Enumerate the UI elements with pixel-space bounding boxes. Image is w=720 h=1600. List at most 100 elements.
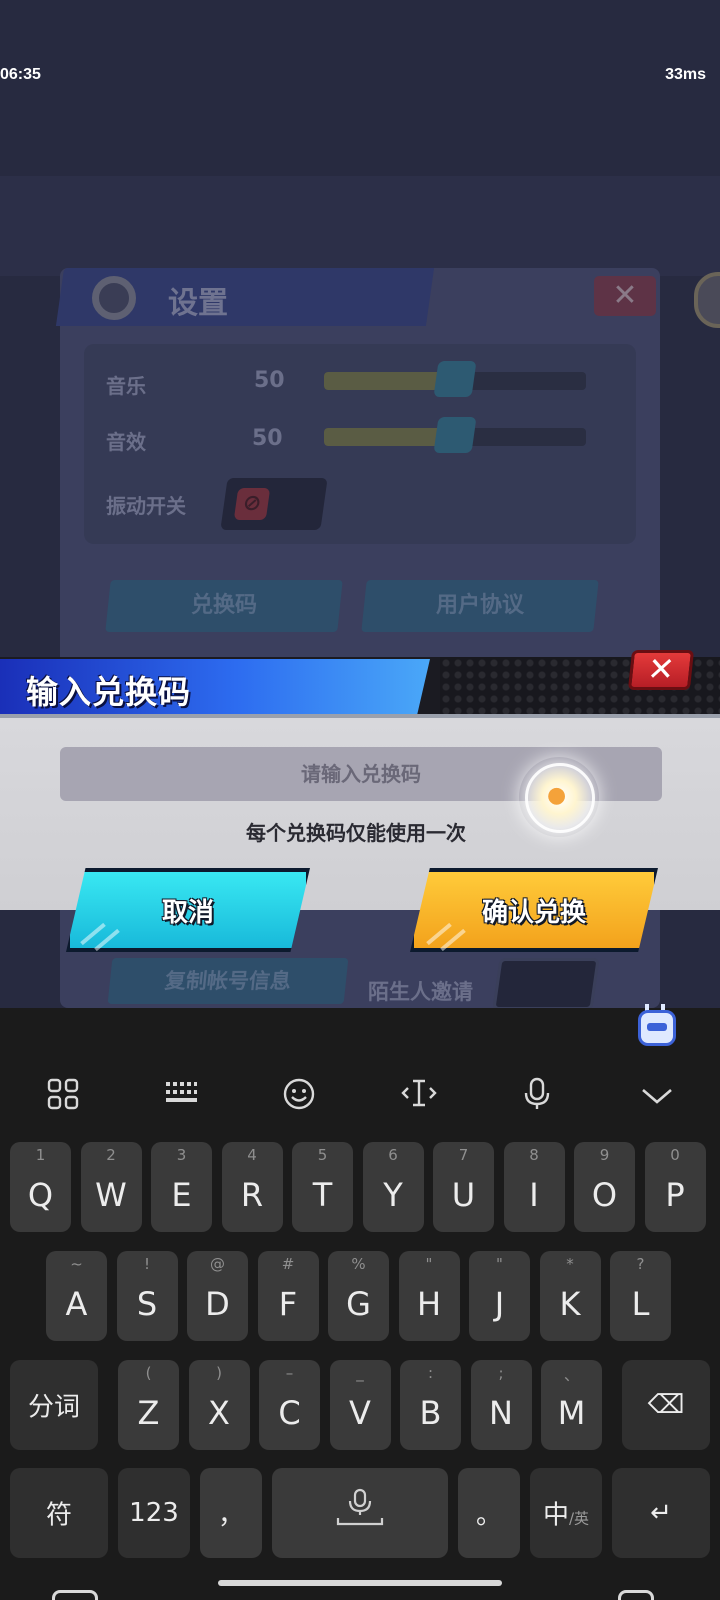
key-n[interactable]: ; N [470,1360,532,1450]
comma-key-label: ， [217,1500,244,1531]
key-z[interactable]: (Z [118,1360,179,1450]
redeem-code-button: 兑换码 [105,580,343,632]
key-label: O [591,1176,618,1214]
settings-audio-section: 音乐 50 音效 50 振动开关 ⊘ [84,344,636,544]
sound-value: 50 [252,426,283,451]
key-i[interactable]: 8I [503,1142,565,1232]
key-hint: ! [143,1255,150,1273]
key-label: V [349,1394,371,1432]
key-e[interactable]: 3E [151,1142,212,1232]
key-hint: : [427,1364,434,1382]
key-j[interactable]: " J [469,1251,530,1341]
game-screen: 06:35 33ms 设置 ✕ 音乐 50 音效 50 振动开关 ⊘ 兑换码 用… [0,0,720,1600]
language-key[interactable]: 中/英 [530,1468,602,1558]
key-a[interactable]: ~ A [46,1251,107,1341]
keyboard-icon[interactable] [158,1077,204,1117]
key-o[interactable]: 9O [574,1142,635,1232]
key-s[interactable]: ! S [116,1251,178,1341]
key-hint: 5 [317,1146,328,1164]
key-hint: 9 [599,1146,610,1164]
dialog-title: 输入兑换码 [26,673,192,711]
background-banner [0,176,720,276]
space-key[interactable] [272,1468,448,1558]
key-h[interactable]: " H [398,1251,460,1341]
key-hint: 3 [176,1146,187,1164]
user-agreement-button: 用户协议 [361,580,599,632]
key-l[interactable]: ? L [610,1251,671,1341]
key-hint: – [285,1364,294,1382]
chevron-down-icon[interactable] [634,1077,680,1117]
keyboard-icon-svg [166,1082,197,1102]
key-label: S [136,1285,158,1323]
key-hint: 7 [458,1146,469,1164]
key-d[interactable]: @ D [187,1251,248,1341]
microphone-icon-svg [524,1077,550,1109]
emoji-icon[interactable] [276,1077,322,1117]
key-u[interactable]: 7U [433,1142,494,1232]
cursor-icon-svg [401,1079,437,1107]
key-k[interactable]: * K [539,1251,601,1341]
key-hint: ? [636,1255,645,1273]
key-label: N [489,1394,513,1432]
chevron-down-icon-svg [642,1089,672,1104]
key-q[interactable]: 1Q [10,1142,71,1232]
key-label: X [208,1394,230,1432]
number-key[interactable]: 123 [118,1468,190,1558]
key-w[interactable]: 2W [80,1142,142,1232]
nav-recent-icon[interactable] [52,1590,98,1600]
cancel-button-label[interactable]: 取消 [66,892,310,929]
language-key-main: 中 [542,1500,569,1531]
space-microphone-icon [336,1488,384,1526]
comma-key[interactable]: ， [200,1468,262,1558]
key-v[interactable]: _ V [329,1360,391,1450]
key-c[interactable]: – C [259,1360,320,1450]
key-label: L [631,1285,650,1323]
key-hint: 2 [106,1146,116,1164]
cursor-icon[interactable] [396,1077,442,1117]
enter-key[interactable]: ↵ [612,1468,710,1558]
nav-back-icon[interactable] [618,1590,654,1600]
key-p[interactable]: 0P [644,1142,706,1232]
key-hint: @ [210,1255,225,1273]
key-label: U [451,1176,476,1214]
music-slider-knob [433,361,477,397]
key-m[interactable]: 、 M [541,1360,602,1450]
confirm-redeem-button-label[interactable]: 确认兑换 [410,892,658,929]
key-label: Y [383,1176,403,1214]
key-hint: 4 [247,1146,257,1164]
sound-label: 音效 [106,430,146,454]
backspace-key[interactable]: ⌫ [622,1360,710,1450]
key-label: E [171,1176,192,1214]
key-hint: 6 [388,1146,398,1164]
key-label: W [95,1176,127,1214]
key-label: P [665,1176,685,1214]
key-hint: * [566,1255,574,1273]
key-label: C [278,1394,301,1432]
key-g[interactable]: % G [328,1251,389,1341]
language-key-sub: /英 [568,1509,590,1528]
segment-key[interactable]: 分词 [10,1360,98,1450]
home-indicator[interactable] [218,1580,502,1586]
key-y[interactable]: 6Y [362,1142,424,1232]
key-hint: ~ [70,1255,83,1273]
microphone-icon[interactable] [514,1077,560,1117]
symbol-key[interactable]: 符 [10,1468,108,1558]
key-r[interactable]: 4R [221,1142,283,1232]
key-hint: 、 [563,1366,579,1384]
key-f[interactable]: # F [257,1251,319,1341]
segment-key-label: 分词 [27,1392,80,1423]
period-key-label: 。 [475,1500,502,1531]
key-t[interactable]: 5T [292,1142,353,1232]
status-latency: 33ms [665,66,706,83]
redeem-note: 每个兑换码仅能使用一次 [246,821,466,845]
key-hint: ) [216,1364,222,1382]
assistant-bot-icon[interactable] [638,1010,676,1046]
period-key[interactable]: 。 [458,1468,520,1558]
emoji-icon-svg [283,1078,315,1110]
key-x[interactable]: ) X [188,1360,250,1450]
apps-grid-icon[interactable] [40,1077,86,1117]
dialog-close-button[interactable]: ✕ [627,650,695,690]
key-b[interactable]: :B [400,1360,461,1450]
user-agreement-button-label: 用户协议 [435,593,524,618]
key-label: I [529,1176,539,1214]
